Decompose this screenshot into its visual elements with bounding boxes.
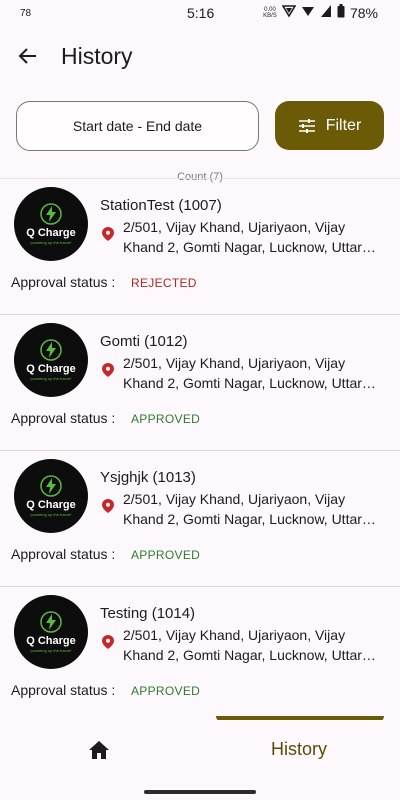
vpn-icon xyxy=(281,4,297,21)
station-name: Gomti (1012) xyxy=(100,333,188,350)
station-list[interactable]: Q Charge powering up the future! Station… xyxy=(0,179,400,719)
filter-label: Filter xyxy=(325,116,362,134)
location-pin-icon xyxy=(102,227,114,241)
location-pin-icon xyxy=(102,635,114,649)
wifi-icon xyxy=(301,4,315,21)
approval-status-value: APPROVED xyxy=(131,412,201,426)
gesture-bar[interactable] xyxy=(144,790,256,794)
lightning-bolt-icon xyxy=(40,203,62,225)
logo-tagline: powering up the future! xyxy=(30,648,72,653)
bottom-navigation: History xyxy=(0,720,400,800)
location-pin-icon xyxy=(102,363,114,377)
station-name: Testing (1014) xyxy=(100,605,196,622)
nav-home-button[interactable] xyxy=(88,740,112,764)
station-card[interactable]: Q Charge powering up the future! Gomti (… xyxy=(0,315,400,451)
lightning-bolt-icon xyxy=(40,611,62,633)
logo-brand-text: Q Charge xyxy=(26,363,76,375)
approval-status-value: APPROVED xyxy=(131,548,201,562)
lightning-bolt-icon xyxy=(40,475,62,497)
logo-brand-text: Q Charge xyxy=(26,635,76,647)
station-address: 2/501, Vijay Khand, Ujariyaon, Vijay Kha… xyxy=(123,219,362,255)
date-range-placeholder: Start date - End date xyxy=(72,118,203,134)
back-button[interactable] xyxy=(14,42,42,70)
arrow-back-icon xyxy=(18,48,36,64)
approval-status-label: Approval status : xyxy=(11,274,116,290)
status-time: 5:16 xyxy=(187,5,215,21)
battery-percent: 78% xyxy=(349,4,378,21)
station-address: 2/501, Vijay Khand, Ujariyaon, Vijay Kha… xyxy=(123,627,362,663)
station-logo: Q Charge powering up the future! xyxy=(14,187,88,261)
station-card[interactable]: Q Charge powering up the future! Testing… xyxy=(0,587,400,719)
station-card[interactable]: Q Charge powering up the future! Station… xyxy=(0,179,400,315)
approval-status-label: Approval status : xyxy=(11,682,116,698)
station-address: 2/501, Vijay Khand, Ujariyaon, Vijay Kha… xyxy=(123,355,362,391)
station-card[interactable]: Q Charge powering up the future! Ysjghjk… xyxy=(0,451,400,587)
station-name: Ysjghjk (1013) xyxy=(100,469,196,486)
station-logo: Q Charge powering up the future! xyxy=(14,595,88,669)
app-bar: History xyxy=(0,36,400,80)
station-logo: Q Charge powering up the future! xyxy=(14,459,88,533)
filter-button[interactable]: Filter xyxy=(275,101,384,150)
tune-icon xyxy=(298,118,315,133)
logo-tagline: powering up the future! xyxy=(30,240,72,245)
status-bar: 78 5:16 0.00 KB/S 78% xyxy=(0,0,400,28)
date-range-field[interactable]: Start date - End date xyxy=(16,101,259,151)
page-title: History xyxy=(61,43,133,69)
notification-indicator: 78 xyxy=(20,8,32,19)
net-speed: 0.00 KB/S xyxy=(263,7,277,19)
logo-brand-text: Q Charge xyxy=(26,499,76,511)
logo-tagline: powering up the future! xyxy=(30,376,72,381)
location-pin-icon xyxy=(102,499,114,513)
approval-status-value: APPROVED xyxy=(131,684,201,698)
signal-icon xyxy=(320,4,332,21)
station-logo: Q Charge powering up the future! xyxy=(14,323,88,397)
net-speed-unit: KB/S xyxy=(263,12,277,19)
station-address: 2/501, Vijay Khand, Ujariyaon, Vijay Kha… xyxy=(123,491,362,527)
net-speed-value: 0.00 xyxy=(264,6,276,13)
station-name: StationTest (1007) xyxy=(100,197,222,214)
approval-status-value: REJECTED xyxy=(131,276,197,290)
home-icon xyxy=(89,741,109,759)
approval-status-label: Approval status : xyxy=(11,410,116,426)
lightning-bolt-icon xyxy=(40,339,62,361)
logo-brand-text: Q Charge xyxy=(26,227,76,239)
nav-history-button[interactable]: History xyxy=(271,739,327,760)
approval-status-label: Approval status : xyxy=(11,546,116,562)
logo-tagline: powering up the future! xyxy=(30,512,72,517)
battery-icon xyxy=(337,4,345,21)
status-icons: 0.00 KB/S 78% xyxy=(263,4,378,21)
